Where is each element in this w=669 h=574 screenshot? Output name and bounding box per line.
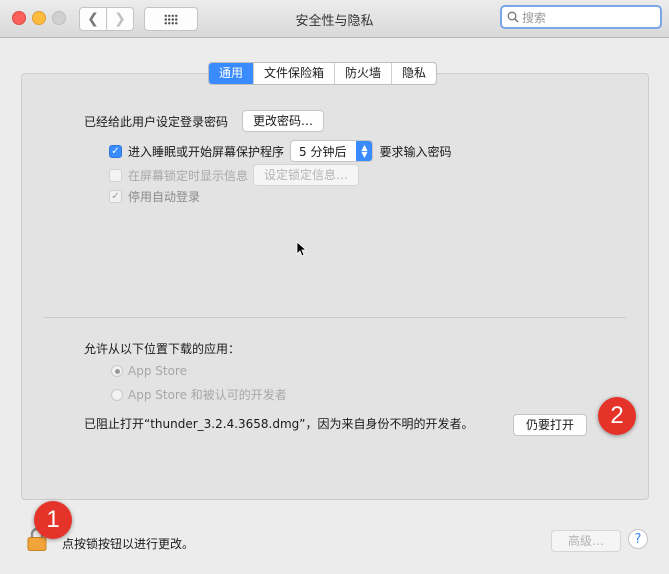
auto-login-row: ✓ 停用自动登录 (109, 188, 200, 205)
password-delay-select[interactable]: 5 分钟后 ▲ ▼ (290, 140, 374, 162)
open-anyway-button[interactable]: 仍要打开 (513, 414, 588, 436)
disable-auto-login-label: 停用自动登录 (128, 190, 201, 204)
annotation-badge-1: 1 (34, 501, 72, 539)
app-store-radio[interactable] (111, 365, 123, 377)
show-message-row: 在屏幕锁定时显示信息 设定锁定信息… (109, 164, 360, 186)
disable-auto-login-checkbox[interactable]: ✓ (109, 190, 122, 203)
search-field[interactable]: 搜索 (500, 5, 662, 29)
annotation-badge-2: 2 (598, 397, 636, 435)
require-password-suffix: 要求输入密码 (379, 144, 452, 159)
checkmark-icon: ✓ (111, 191, 120, 202)
set-lock-message-button[interactable]: 设定锁定信息… (253, 164, 360, 186)
download-source-heading: 允许从以下位置下载的应用： (84, 342, 241, 356)
search-icon (507, 11, 519, 23)
search-placeholder: 搜索 (522, 10, 547, 25)
require-password-label: 进入睡眠或开始屏幕保护程序 (128, 144, 285, 159)
lock-hint-text: 点按锁按钮以进行更改。 (62, 537, 195, 551)
tab-bar: 通用 文件保险箱 防火墙 隐私 (208, 62, 438, 85)
option-app-store-row: App Store (111, 364, 187, 378)
stepper-arrows-icon: ▲ ▼ (356, 141, 373, 161)
password-delay-value: 5 分钟后 (299, 144, 347, 159)
mouse-pointer-icon (296, 241, 306, 257)
lock-row: 点按锁按钮以进行更改。 (62, 535, 194, 552)
identified-developers-label: App Store 和被认可的开发者 (128, 388, 287, 402)
help-button[interactable]: ? (628, 529, 648, 549)
section-divider (44, 317, 626, 318)
require-password-checkbox[interactable]: ✓ (109, 144, 122, 158)
advanced-button[interactable]: 高级… (551, 530, 622, 552)
identified-developers-radio[interactable] (111, 388, 123, 401)
password-status-text: 已经给此用户设定登录密码 (84, 114, 229, 129)
tab-firewall[interactable]: 防火墙 (334, 63, 391, 84)
show-message-label: 在屏幕锁定时显示信息 (128, 168, 249, 183)
tab-privacy[interactable]: 隐私 (391, 63, 436, 84)
download-heading-row: 允许从以下位置下载的应用： (84, 340, 240, 357)
require-password-row: ✓ 进入睡眠或开始屏幕保护程序 5 分钟后 ▲ ▼ 要求输入密码 (109, 140, 451, 162)
blocked-app-message: 已阻止打开“thunder_3.2.4.3658.dmg”，因为来自身份不明的开… (84, 417, 474, 431)
tab-filevault[interactable]: 文件保险箱 (253, 63, 334, 84)
password-row: 已经给此用户设定登录密码 更改密码… (84, 110, 325, 132)
show-message-checkbox[interactable] (109, 168, 122, 182)
checkmark-icon: ✓ (111, 145, 120, 157)
tab-general[interactable]: 通用 (209, 63, 254, 84)
change-password-button[interactable]: 更改密码… (242, 110, 325, 132)
option-identified-dev-row: App Store 和被认可的开发者 (111, 386, 287, 403)
radio-selected-icon (114, 368, 120, 374)
window-toolbar: ❮ ❯ 安全性与隐私 搜索 (0, 0, 669, 38)
blocked-app-row: 已阻止打开“thunder_3.2.4.3658.dmg”，因为来自身份不明的开… (84, 415, 474, 432)
help-icon: ? (634, 531, 642, 547)
app-store-label: App Store (128, 364, 187, 378)
